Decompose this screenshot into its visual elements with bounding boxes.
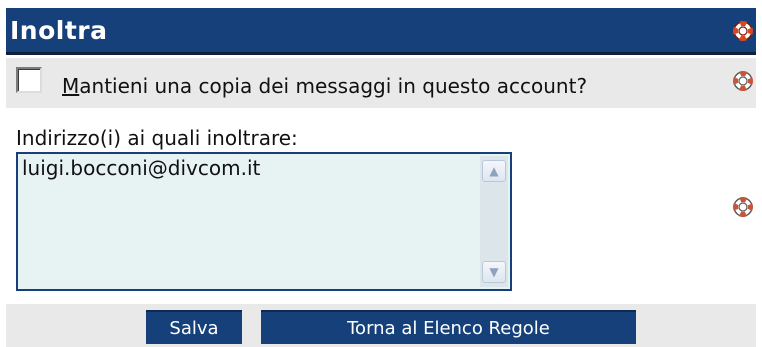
forward-address-label: Indirizzo(i) ai quali inoltrare: — [16, 126, 298, 150]
help-lifebuoy-icon[interactable] — [732, 20, 754, 42]
forward-address-textarea[interactable]: luigi.bocconi@divcom.it ▲ ▼ — [16, 152, 512, 291]
keep-copy-checkbox[interactable] — [16, 67, 42, 93]
button-bar: Salva Torna al Elenco Regole — [6, 304, 756, 347]
back-to-rules-button[interactable]: Torna al Elenco Regole — [261, 310, 636, 344]
keep-copy-row: Mantieni una copia dei messaggi in quest… — [6, 58, 756, 108]
save-button[interactable]: Salva — [146, 310, 242, 344]
forward-address-row: Indirizzo(i) ai quali inoltrare: luigi.b… — [6, 110, 756, 302]
help-lifebuoy-icon[interactable] — [732, 70, 754, 92]
keep-copy-label[interactable]: Mantieni una copia dei messaggi in quest… — [62, 74, 587, 98]
scroll-down-icon[interactable]: ▼ — [482, 261, 506, 283]
section-title: Inoltra — [10, 16, 108, 45]
section-header: Inoltra — [6, 8, 756, 55]
keep-copy-label-text: antieni una copia dei messaggi in questo… — [79, 74, 588, 98]
access-key-letter: M — [62, 74, 80, 98]
help-lifebuoy-icon[interactable] — [732, 196, 754, 218]
textarea-scrollbar[interactable]: ▲ ▼ — [480, 156, 508, 287]
scroll-up-icon[interactable]: ▲ — [482, 160, 506, 182]
forward-address-value: luigi.bocconi@divcom.it — [22, 156, 261, 180]
